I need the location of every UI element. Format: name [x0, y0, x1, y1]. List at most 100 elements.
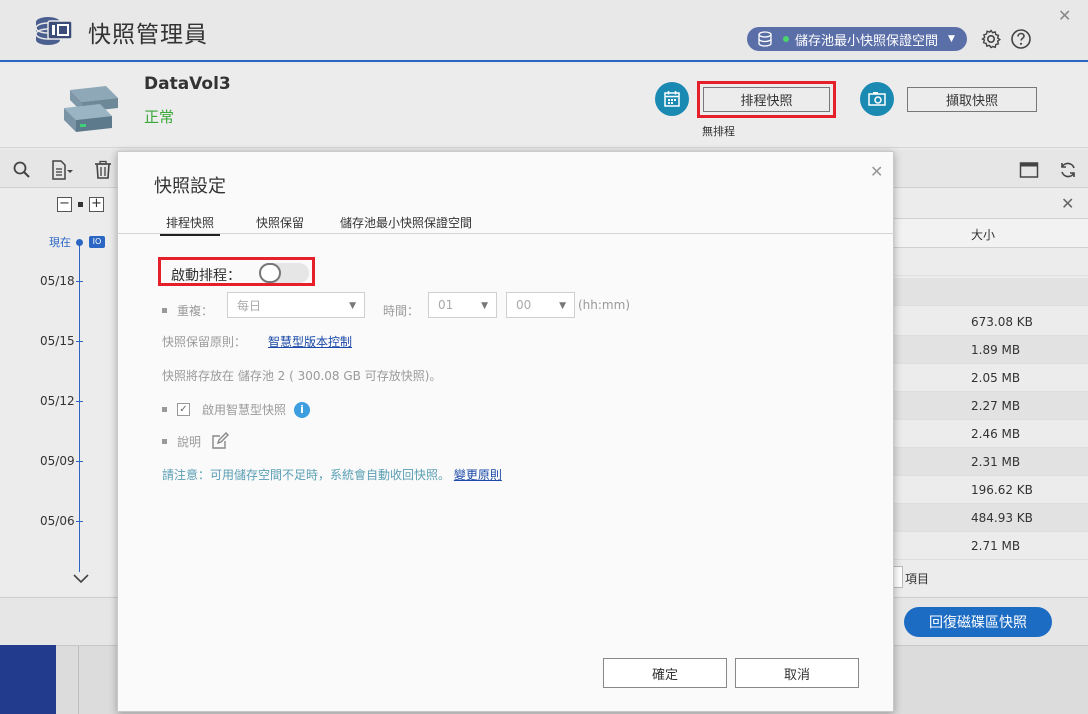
items-label: 項目 — [905, 572, 930, 586]
enable-schedule-label: 啟動排程： — [171, 268, 241, 284]
restore-volume-snapshot-button[interactable]: 回復磁碟區快照 — [904, 607, 1052, 637]
note-text: 請注意：可用儲存空間不足時，系統會自動收回快照。 — [162, 468, 451, 482]
document-menu-icon[interactable] — [50, 160, 74, 180]
repeat-value: 每日 — [237, 298, 262, 313]
edit-icon[interactable] — [211, 432, 230, 450]
refresh-icon[interactable] — [1058, 160, 1078, 180]
gear-icon[interactable] — [980, 28, 1002, 50]
table-row[interactable] — [893, 248, 1088, 276]
take-snapshot-button[interactable]: 擷取快照 — [907, 87, 1037, 112]
timeline-now-dot — [76, 239, 83, 246]
snapshot-marker-icon[interactable]: IO — [89, 236, 105, 248]
description-label: 說明 — [177, 434, 202, 449]
snapshot-settings-dialog: 快照設定 ✕ 排程快照 快照保留 儲存池最小快照保證空間 啟動排程： 重複： 每… — [117, 151, 895, 712]
table-row[interactable]: 2.27 MB — [893, 392, 1088, 420]
pool-guarantee-dropdown[interactable]: 儲存池最小快照保證空間 ▼ — [747, 27, 967, 51]
database-icon — [758, 31, 772, 47]
bullet — [162, 307, 167, 313]
size-cell: 2.71 MB — [971, 539, 1021, 553]
table-row[interactable]: 2.31 MB — [893, 448, 1088, 476]
repeat-select[interactable]: 每日 ▼ — [227, 292, 365, 318]
timeline-date: 05/06 — [40, 514, 75, 528]
enable-schedule-toggle[interactable] — [259, 263, 309, 283]
cancel-button[interactable]: 取消 — [735, 658, 859, 688]
app-logo-icon — [35, 17, 73, 45]
timeline-tick — [76, 521, 83, 522]
size-cell: 484.93 KB — [971, 511, 1033, 525]
table-row[interactable]: 1.89 MB — [893, 336, 1088, 364]
volume-status: 正常 — [144, 108, 175, 126]
schedule-snapshot-icon-button[interactable] — [655, 82, 689, 116]
status-dot — [783, 36, 789, 42]
table-row[interactable]: 2.05 MB — [893, 364, 1088, 392]
change-policy-link[interactable]: 變更原則 — [454, 468, 502, 482]
timeline-expand-button[interactable]: + — [89, 197, 104, 212]
description-row: 說明 — [162, 432, 230, 450]
table-row[interactable]: 196.62 KB — [893, 476, 1088, 504]
size-column-header[interactable]: 大小 — [893, 218, 1088, 248]
smart-snapshot-row: ✓ 啟用智慧型快照 i — [162, 401, 311, 418]
time-label: 時間： — [383, 303, 420, 318]
size-cell: 673.08 KB — [971, 315, 1033, 329]
table-row[interactable]: 673.08 KB — [893, 308, 1088, 336]
snapshot-list-panel: ✕ 大小 673.08 KB 1.89 MB 2.05 MB 2.27 MB 2… — [893, 188, 1088, 596]
time-row: 時間： — [383, 297, 419, 323]
table-row[interactable]: 484.93 KB — [893, 504, 1088, 532]
chevron-down-icon[interactable] — [73, 572, 89, 588]
panel-close-icon[interactable]: ✕ — [1061, 194, 1074, 213]
dialog-close-icon[interactable]: ✕ — [870, 162, 883, 181]
volume-icon — [64, 86, 118, 132]
tab-snapshot-retention[interactable]: 快照保留 — [256, 214, 304, 231]
size-cell: 2.46 MB — [971, 427, 1021, 441]
timeline-collapse-button[interactable]: − — [57, 197, 72, 212]
storage-info: 快照將存放在 儲存池 2 ( 300.08 GB 可存放快照)。 — [162, 369, 442, 383]
smart-snapshot-checkbox[interactable]: ✓ — [177, 403, 190, 416]
app-title: 快照管理員 — [88, 22, 208, 48]
ok-button[interactable]: 確定 — [603, 658, 727, 688]
time-format: (hh:mm) — [578, 298, 630, 312]
table-row[interactable]: 2.71 MB — [893, 532, 1088, 560]
tab-pool-guarantee[interactable]: 儲存池最小快照保證空間 — [340, 214, 472, 231]
size-cell: 196.62 KB — [971, 483, 1033, 497]
bullet — [162, 438, 167, 444]
divider — [78, 646, 79, 714]
repeat-row: 重複： — [162, 297, 213, 323]
desktop-background — [0, 645, 56, 714]
dialog-title: 快照設定 — [154, 176, 226, 197]
camera-icon — [868, 92, 886, 106]
items-per-page-input[interactable] — [893, 566, 903, 588]
timeline-now-label: 現在 — [49, 236, 71, 249]
size-cell: 2.05 MB — [971, 371, 1021, 385]
timeline-tick — [76, 401, 83, 402]
timeline-date: 05/09 — [40, 454, 75, 468]
size-header-label: 大小 — [971, 228, 996, 242]
note-row: 請注意：可用儲存空間不足時，系統會自動收回快照。 變更原則 — [162, 466, 502, 483]
take-snapshot-icon-button[interactable] — [860, 82, 894, 116]
settings-tabs: 排程快照 快照保留 儲存池最小快照保證空間 — [118, 210, 895, 236]
window-close-icon[interactable]: ✕ — [1058, 6, 1071, 25]
help-icon[interactable] — [1010, 28, 1032, 50]
bullet — [162, 407, 167, 412]
caret-down-icon: ▼ — [349, 301, 356, 311]
calendar-icon — [664, 91, 680, 107]
size-cell: 1.89 MB — [971, 343, 1021, 357]
snapshot-timeline: − + 現在 IO 05/18 05/15 05/12 05/09 05/06 — [0, 188, 118, 596]
timeline-tick — [76, 341, 83, 342]
hour-select[interactable]: 01 ▼ — [428, 292, 497, 318]
info-icon[interactable]: i — [294, 401, 311, 418]
minute-select[interactable]: 00 ▼ — [506, 292, 575, 318]
volume-name: DataVol3 — [144, 74, 231, 94]
timeline-date: 05/12 — [40, 394, 75, 408]
timeline-date: 05/18 — [40, 274, 75, 288]
pool-badge-label: 儲存池最小快照保證空間 — [795, 33, 939, 49]
table-row[interactable] — [893, 278, 1088, 306]
smart-snapshot-label: 啟用智慧型快照 — [202, 403, 287, 417]
size-cell: 2.27 MB — [971, 399, 1021, 413]
tab-schedule-snapshot[interactable]: 排程快照 — [160, 214, 221, 236]
retention-label: 快照保留原則： — [162, 335, 247, 349]
window-layout-icon[interactable] — [1019, 160, 1039, 180]
table-row[interactable]: 2.46 MB — [893, 420, 1088, 448]
search-icon[interactable] — [12, 160, 32, 180]
retention-policy-link[interactable]: 智慧型版本控制 — [268, 333, 352, 350]
trash-icon[interactable] — [93, 160, 113, 180]
